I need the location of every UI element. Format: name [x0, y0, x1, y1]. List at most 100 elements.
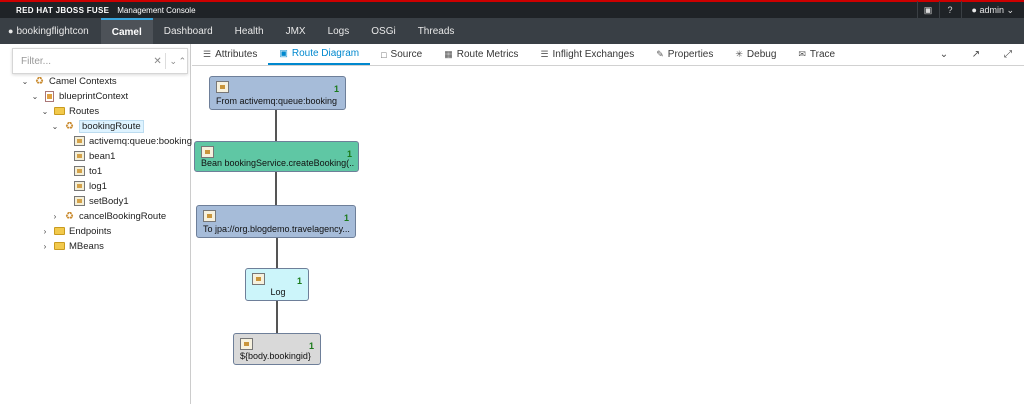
image-icon: ▣ [279, 48, 288, 58]
tree-node-camel-contexts[interactable]: ⌄ ♻ Camel Contexts [20, 74, 117, 88]
tab-source[interactable]: □ Source [370, 44, 433, 65]
diagram-node-to[interactable]: 1 To jpa://org.blogdemo.travelagency... [196, 205, 356, 238]
tree-node-setbody1[interactable]: setBody1 [74, 194, 129, 208]
brand-name: RED HAT JBOSS FUSE [16, 5, 110, 15]
folder-open-icon [54, 107, 65, 115]
tab-label: Properties [667, 49, 714, 60]
chevron-down-icon[interactable]: ⌄ [20, 77, 30, 86]
chevron-down-icon[interactable]: ⌄ [40, 107, 50, 116]
container-context[interactable]: ● bookingflightcon [0, 18, 101, 44]
set-body-icon [240, 338, 253, 350]
exchange-count: 1 [343, 213, 349, 223]
route-icon: ♻ [65, 120, 74, 132]
nav-logs[interactable]: Logs [317, 18, 361, 44]
container-name: bookingflightcon [16, 25, 89, 37]
file-icon: □ [381, 49, 387, 60]
user-menu[interactable]: ● admin ⌄ [960, 1, 1024, 19]
tree-node-label: bookingRoute [79, 119, 144, 133]
main-nav: ● bookingflightcon Camel Dashboard Healt… [0, 18, 1024, 44]
diagram-node-bean[interactable]: 1 Bean bookingService.createBooking(... [194, 141, 359, 172]
filter-input[interactable] [13, 50, 153, 72]
clear-icon[interactable]: ✕ [153, 56, 162, 67]
diagram-node-from[interactable]: 1 From activemq:queue:booking [209, 76, 346, 110]
tree-node-mbeans[interactable]: › MBeans [40, 239, 104, 253]
exchange-count: 1 [308, 341, 314, 351]
tree-node-routes[interactable]: ⌄ Routes [40, 104, 99, 118]
fullscreen-icon[interactable]: ⤢ [992, 49, 1024, 60]
nav-osgi[interactable]: OSGi [360, 18, 406, 44]
tree-node-label: MBeans [69, 240, 104, 252]
tab-inflight-exchanges[interactable]: ☰ Inflight Exchanges [529, 44, 645, 65]
chevron-right-icon[interactable]: › [40, 227, 50, 236]
external-link-icon[interactable]: ↗ [960, 49, 992, 60]
exchange-count: 1 [296, 276, 302, 286]
endpoint-icon [74, 166, 85, 176]
tab-label: Attributes [215, 49, 258, 60]
user-icon: ● [971, 5, 980, 15]
route-icon: ♻ [65, 210, 74, 222]
chevron-right-icon[interactable]: › [50, 212, 60, 221]
tree-node-endpoints[interactable]: › Endpoints [40, 224, 112, 238]
node-label: Bean bookingService.createBooking(... [201, 158, 354, 168]
route-diagram: 1 From activemq:queue:booking 1 Bean boo… [192, 66, 1024, 404]
folder-icon [54, 227, 65, 235]
node-label: Log [270, 287, 286, 297]
tab-label: Inflight Exchanges [552, 49, 635, 60]
tree-node-label: setBody1 [89, 195, 129, 207]
tab-route-diagram[interactable]: ▣ Route Diagram [268, 44, 371, 65]
diagram-node-log[interactable]: 1 Log [245, 268, 309, 301]
tree-node-booking-route[interactable]: ⌄ ♻ bookingRoute [50, 119, 144, 133]
tree-node-label: Endpoints [69, 225, 112, 237]
nav-camel[interactable]: Camel [100, 18, 153, 44]
tree-node-bean1[interactable]: bean1 [74, 149, 115, 163]
tree-node-label: blueprintContext [59, 90, 129, 102]
brand-utilities: ▣ ? ● admin ⌄ [916, 1, 1024, 19]
tree-node-cancel-booking-route[interactable]: › ♻ cancelBookingRoute [50, 209, 167, 223]
help-icon[interactable]: ? [938, 1, 961, 19]
diagram-connector [275, 110, 277, 141]
list-icon: ☰ [540, 49, 549, 59]
tab-label: Debug [746, 49, 777, 60]
tab-debug[interactable]: ✳ Debug [724, 44, 787, 65]
nav-jmx[interactable]: JMX [275, 18, 317, 44]
chevron-down-icon[interactable]: ⌄ [928, 49, 960, 60]
chevron-right-icon[interactable]: › [40, 242, 50, 251]
tab-label: Trace [809, 49, 836, 60]
chevron-down-icon[interactable]: ⌄ [30, 92, 40, 101]
tab-route-metrics[interactable]: ▦ Route Metrics [433, 44, 529, 65]
nav-dashboard[interactable]: Dashboard [153, 18, 224, 44]
chart-icon: ▦ [444, 49, 453, 59]
diagram-connector [275, 172, 277, 205]
exchange-count: 1 [333, 84, 339, 94]
nav-health[interactable]: Health [224, 18, 275, 44]
tab-label: Source [390, 49, 423, 60]
tree-node-blueprint-context[interactable]: ⌄ blueprintContext [30, 89, 128, 103]
tree-node-endpoint[interactable]: activemq:queue:booking [74, 134, 192, 148]
edit-icon: ✎ [656, 49, 664, 59]
diagram-connector [276, 301, 278, 333]
tree-node-label: to1 [89, 165, 103, 177]
chevron-down-icon: ⌄ [1003, 4, 1014, 15]
user-icon: ● [8, 26, 14, 36]
tab-label: Route Diagram [291, 48, 360, 59]
bug-icon: ✳ [735, 49, 743, 59]
diagram-node-set-body[interactable]: 1 ${body.bookingid} [233, 333, 321, 365]
tab-attributes[interactable]: ☰ Attributes [192, 44, 268, 65]
brand-bar: RED HAT JBOSS FUSE Management Console ▣ … [0, 0, 1024, 19]
tree-node-log1[interactable]: log1 [74, 179, 107, 193]
monitor-icon[interactable]: ▣ [916, 1, 939, 19]
tab-properties[interactable]: ✎ Properties [645, 44, 724, 65]
envelope-icon: ✉ [798, 49, 806, 59]
expand-all-icon[interactable]: ⌄ [169, 56, 178, 67]
nav-threads[interactable]: Threads [407, 18, 466, 44]
set-body-icon [74, 196, 85, 206]
route-tabs: ☰ Attributes ▣ Route Diagram □ Source ▦ … [192, 44, 1024, 66]
sidebar: ✕ ⌄ ⌃ ⌄ ♻ Camel Contexts ⌄ blueprintCont… [0, 44, 192, 404]
camel-icon: ♻ [35, 75, 44, 87]
chevron-down-icon[interactable]: ⌄ [50, 122, 60, 131]
tab-trace[interactable]: ✉ Trace [787, 44, 846, 65]
tree-node-to1[interactable]: to1 [74, 164, 102, 178]
context-icon [45, 90, 54, 102]
filter-divider [165, 53, 166, 69]
collapse-all-icon[interactable]: ⌃ [178, 56, 187, 67]
